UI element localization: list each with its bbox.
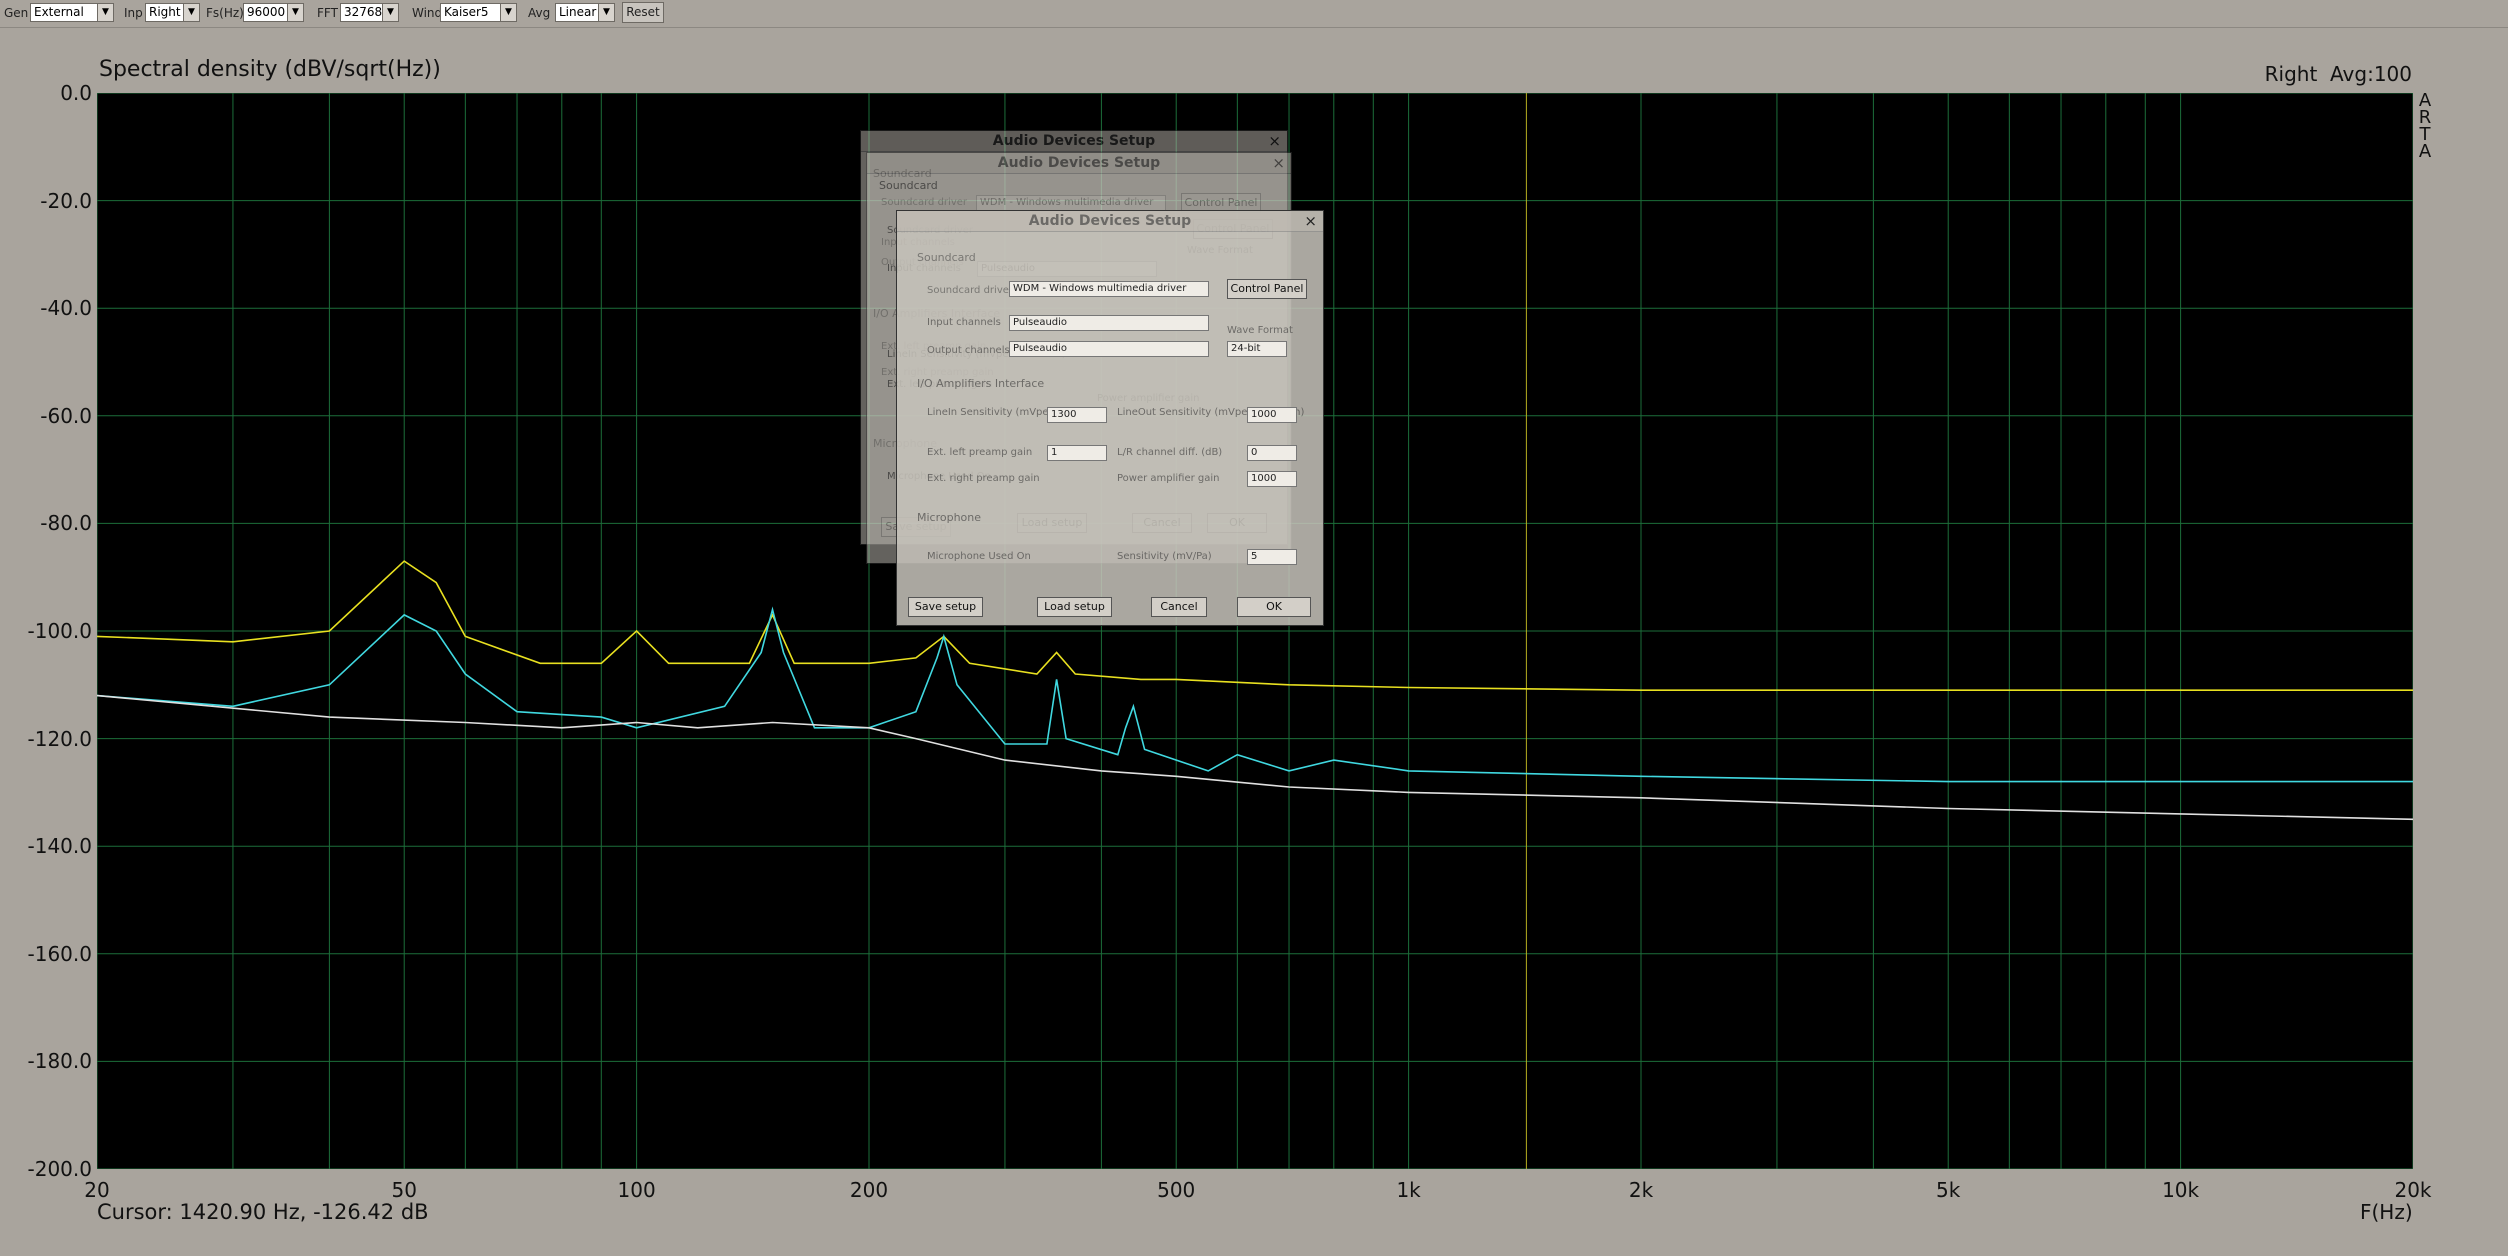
arta-logo-letter: A [2418, 141, 2432, 162]
chevron-down-icon: ▼ [598, 4, 614, 21]
x-axis-unit: F(Hz) [2360, 1200, 2413, 1224]
lr-field[interactable]: 0 [1247, 445, 1297, 461]
avg-select[interactable]: Linear ▼ [555, 3, 615, 22]
x-tick-label: 20 [84, 1178, 110, 1202]
channel-avg-readout: Right Avg:100 [2265, 62, 2412, 86]
fft-value: 32768 [344, 5, 383, 19]
x-tick-label: 2k [1628, 1178, 1654, 1202]
x-tick-label: 10k [2162, 1178, 2200, 1202]
mic-sens-label: Sensitivity (mV/Pa) [1117, 551, 1212, 562]
wave-format-label: Wave Format [1227, 325, 1293, 336]
y-tick-label: -20.0 [40, 188, 92, 213]
chevron-down-icon: ▼ [382, 4, 398, 21]
x-tick-label: 200 [849, 1178, 889, 1202]
fft-label: FFT [317, 6, 338, 20]
y-tick-label: -60.0 [40, 403, 92, 428]
inp-value: Right [149, 5, 181, 19]
toolbar: Gen External ▼ Inp Right ▼ Fs(Hz) 96000 … [0, 0, 2508, 28]
ok-button[interactable]: OK [1237, 597, 1311, 617]
driver-label: Soundcard driver [927, 285, 1013, 296]
driver-select[interactable]: WDM - Windows multimedia driver [1009, 281, 1209, 297]
rpreamp-label: Ext. right preamp gain [927, 473, 1040, 484]
dialog-title: Audio Devices Setup [867, 153, 1291, 174]
y-tick-label: -40.0 [40, 296, 92, 321]
load-setup-button[interactable]: Load setup [1037, 597, 1112, 617]
fft-select[interactable]: 32768 ▼ [340, 3, 399, 22]
power-field[interactable]: 1000 [1247, 471, 1297, 487]
avg-count: Avg:100 [2330, 62, 2412, 86]
y-tick-label: -160.0 [27, 941, 92, 966]
x-tick-label: 50 [391, 1178, 417, 1202]
x-tick-label: 20k [2394, 1178, 2432, 1202]
spectrum-series-line-3 [97, 694, 2413, 821]
audio-setup-dialog[interactable]: Audio Devices Setup × Soundcard Soundcar… [896, 210, 1324, 626]
lr-label: L/R channel diff. (dB) [1117, 447, 1223, 458]
gen-select[interactable]: External ▼ [30, 3, 114, 22]
save-setup-button[interactable]: Save setup [908, 597, 983, 617]
wind-select[interactable]: Kaiser5 ▼ [440, 3, 517, 22]
amp-section: I/O Amplifiers Interface [917, 377, 1045, 390]
preamp-label: Ext. left preamp gain [927, 447, 1033, 458]
close-icon: × [1268, 132, 1281, 150]
inp-label: Inp [124, 6, 143, 20]
y-tick-label: -200.0 [27, 1157, 92, 1181]
arta-logo: A R T A [2418, 92, 2432, 162]
y-tick-label: 0.0 [60, 81, 92, 105]
microphone-section: Microphone [917, 511, 982, 524]
output-select[interactable]: Pulseaudio [1009, 341, 1209, 357]
reset-button[interactable]: Reset [622, 2, 664, 23]
close-button[interactable]: × [1304, 211, 1317, 231]
chevron-down-icon: ▼ [97, 4, 113, 21]
input-label: Input channels [927, 317, 1001, 328]
dialog-title: Audio Devices Setup [897, 211, 1323, 232]
avg-value: Linear [559, 5, 597, 19]
inp-select[interactable]: Right ▼ [145, 3, 200, 22]
cursor-readout: Cursor: 1420.90 Hz, -126.42 dB [97, 1200, 429, 1224]
fs-label: Fs(Hz) [206, 6, 244, 20]
fs-select[interactable]: 96000 ▼ [243, 3, 304, 22]
wind-label: Wind [412, 6, 443, 20]
gen-label: Gen [4, 6, 29, 20]
lineout-field[interactable]: 1000 [1247, 407, 1297, 423]
y-tick-label: -80.0 [40, 511, 92, 536]
close-icon: × [1272, 154, 1285, 172]
soundcard-section: Soundcard [879, 179, 938, 192]
input-select[interactable]: Pulseaudio [1009, 315, 1209, 331]
cancel-button[interactable]: Cancel [1151, 597, 1207, 617]
y-tick-label: -180.0 [27, 1049, 92, 1074]
mic-sens-field[interactable]: 5 [1247, 549, 1297, 565]
y-tick-label: -100.0 [27, 619, 92, 643]
control-panel-button[interactable]: Control Panel [1227, 279, 1307, 299]
x-tick-label: 1k [1396, 1178, 1421, 1202]
wind-value: Kaiser5 [444, 5, 489, 19]
avg-label: Avg [528, 6, 551, 20]
mic-used-label: Microphone Used On [927, 551, 1031, 562]
output-label: Output channels [927, 345, 1010, 356]
chevron-down-icon: ▼ [183, 4, 199, 21]
gen-value: External [34, 5, 84, 19]
chevron-down-icon: ▼ [500, 4, 516, 21]
fs-value: 96000 [247, 5, 286, 19]
soundcard-section: Soundcard [917, 251, 976, 264]
x-tick-label: 100 [617, 1178, 656, 1202]
x-tick-label: 5k [1936, 1178, 1961, 1202]
preamp-field[interactable]: 1 [1047, 445, 1107, 461]
chevron-down-icon: ▼ [287, 4, 303, 21]
y-tick-label: -120.0 [27, 726, 92, 751]
power-label: Power amplifier gain [1117, 473, 1220, 484]
chart-title: Spectral density (dBV/sqrt(Hz)) [99, 57, 441, 82]
channel-label: Right [2264, 62, 2318, 86]
dialog-title: Audio Devices Setup [861, 131, 1287, 152]
linein-field[interactable]: 1300 [1047, 407, 1107, 423]
wave-format-select[interactable]: 24-bit [1227, 341, 1287, 357]
y-tick-label: -140.0 [27, 834, 92, 859]
x-tick-label: 500 [1157, 1178, 1196, 1202]
spectrum-series-line-2 [97, 606, 2413, 783]
